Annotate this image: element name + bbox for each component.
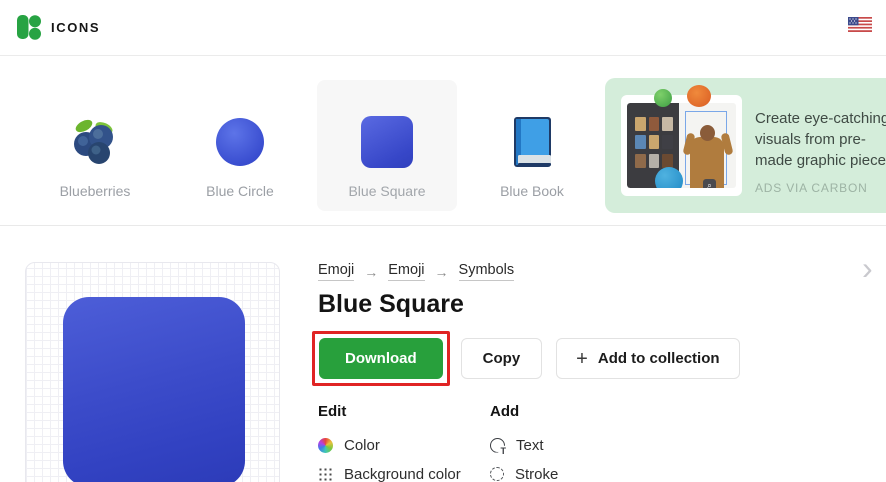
breadcrumb-link-emoji-2[interactable]: Emoji: [388, 262, 425, 281]
download-button[interactable]: Download: [319, 338, 443, 379]
plus-icon: +: [576, 347, 588, 370]
action-buttons-row: Download Copy + Add to collection: [312, 331, 740, 386]
carousel-item-label: Blue Book: [500, 183, 564, 199]
add-stroke-label: Stroke: [515, 465, 559, 482]
carousel-item-label: Blue Square: [348, 183, 426, 199]
breadcrumb-link-symbols[interactable]: Symbols: [458, 262, 515, 281]
breadcrumb-arrow-icon: →: [364, 263, 379, 280]
carousel-next-arrow[interactable]: ›: [862, 252, 873, 284]
page-title: Blue Square: [318, 290, 464, 318]
annotation-highlight-box: Download: [312, 331, 450, 386]
breadcrumb: Emoji → Emoji → Symbols: [318, 262, 515, 281]
add-section-title: Add: [490, 403, 520, 420]
ad-zoom-badge: ⌕: [703, 179, 716, 188]
carousel-item-blue-circle[interactable]: Blue Circle: [170, 80, 310, 211]
add-stroke-option[interactable]: Stroke: [490, 463, 558, 482]
ad-text[interactable]: Create eye-catching visuals from pre-mad…: [755, 108, 886, 171]
carousel-item-label: Blue Circle: [206, 183, 274, 199]
blue-circle-icon: [216, 118, 264, 166]
background-color-icon: [318, 466, 333, 482]
carousel-item-blue-book[interactable]: Blue Book: [462, 80, 602, 211]
breadcrumb-arrow-icon: →: [434, 263, 449, 280]
related-icons-carousel: Blueberries Blue Circle Blue Square Blue…: [0, 56, 886, 226]
icons8-logo-icon: [17, 15, 41, 40]
blue-square-icon: [361, 116, 413, 168]
add-to-collection-label: Add to collection: [597, 350, 720, 367]
blue-square-preview: [63, 297, 245, 482]
ad-green-ball: [654, 89, 672, 107]
ad-image[interactable]: ⌕: [621, 85, 742, 196]
logo-label: ICONS: [51, 19, 101, 35]
copy-button[interactable]: Copy: [460, 338, 543, 379]
top-header: ICONS: [0, 0, 886, 56]
carousel-item-blue-square[interactable]: Blue Square: [317, 80, 457, 211]
edit-color-label: Color: [344, 436, 380, 454]
color-wheel-icon: [318, 437, 333, 453]
add-text-label: Text: [516, 436, 544, 454]
edit-background-color-label: Background color: [344, 465, 461, 482]
ad-screenshot: ⌕: [627, 103, 736, 188]
icons8-logo[interactable]: ICONS: [16, 14, 100, 40]
page: ICONS Blueberries Blue Circle Blue Squar…: [0, 0, 886, 482]
add-text-option[interactable]: T Text: [490, 434, 558, 456]
edit-color-option[interactable]: Color: [318, 434, 461, 456]
carbon-ad-banner[interactable]: ⌕ Create eye-catching visuals from pre-m…: [605, 78, 886, 213]
ad-blue-ball: [655, 167, 683, 188]
carousel-item-label: Blueberries: [59, 183, 131, 199]
carousel-item-blueberries[interactable]: Blueberries: [25, 80, 165, 211]
blueberries-icon: [74, 119, 113, 164]
ad-basketball: [687, 85, 711, 107]
language-flag-icon[interactable]: [848, 17, 872, 32]
edit-background-color-option[interactable]: Background color: [318, 463, 461, 482]
blue-book-icon: [514, 117, 551, 167]
edit-section: Edit Color Background color: [318, 403, 461, 482]
add-to-collection-button[interactable]: + Add to collection: [556, 338, 740, 379]
breadcrumb-link-emoji[interactable]: Emoji: [318, 262, 355, 281]
icon-preview-canvas: [25, 262, 280, 482]
add-section: Add T Text Stroke: [490, 403, 558, 482]
text-icon: T: [490, 437, 506, 456]
stroke-icon: [490, 467, 504, 481]
edit-section-title: Edit: [318, 403, 347, 420]
ad-disclaimer[interactable]: ADS VIA CARBON: [755, 181, 868, 195]
